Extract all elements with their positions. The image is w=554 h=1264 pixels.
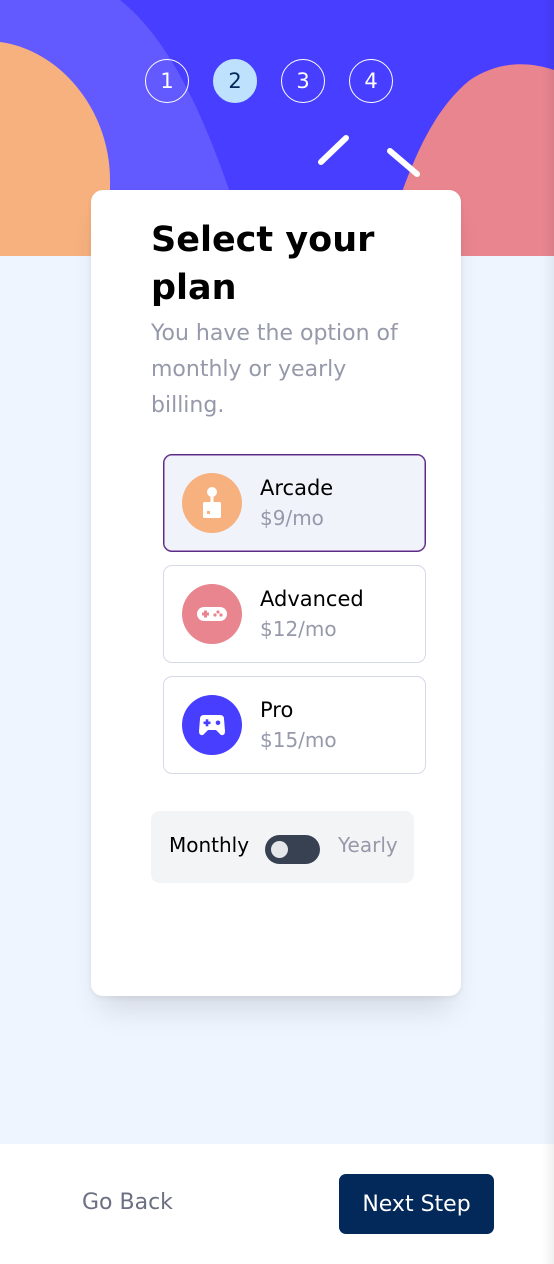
next-step-button[interactable]: Next Step (339, 1174, 494, 1234)
step-1[interactable]: 1 (145, 59, 189, 103)
plan-name: Advanced (260, 587, 364, 611)
plan-name: Pro (260, 698, 294, 722)
go-back-button[interactable]: Go Back (82, 1190, 173, 1215)
arcade-joystick-icon (182, 473, 242, 533)
step-indicator: 1 2 3 4 (145, 59, 393, 103)
plan-option-pro[interactable]: Pro $15/mo (163, 676, 426, 774)
footer-nav: Go Back Next Step (0, 1144, 554, 1264)
controller-icon (182, 695, 242, 755)
page-subtitle: You have the option of monthly or yearly… (151, 321, 398, 418)
plan-option-advanced[interactable]: Advanced $12/mo (163, 565, 426, 663)
billing-toggle-switch[interactable] (265, 835, 320, 864)
plan-price: $15/mo (260, 728, 337, 752)
plan-price: $9/mo (260, 506, 324, 530)
toggle-knob (271, 841, 288, 858)
step-2[interactable]: 2 (213, 59, 257, 103)
plan-option-arcade[interactable]: Arcade $9/mo (163, 454, 426, 552)
step-3[interactable]: 3 (281, 59, 325, 103)
plan-price: $12/mo (260, 617, 337, 641)
plan-name: Arcade (260, 476, 334, 500)
page-title: Select your plan (151, 220, 375, 308)
billing-toggle-row: Monthly Yearly (151, 811, 414, 883)
yearly-label[interactable]: Yearly (338, 833, 398, 857)
plan-card: Select your plan You have the option of … (91, 190, 461, 996)
gamepad-icon (182, 584, 242, 644)
monthly-label[interactable]: Monthly (169, 833, 249, 857)
step-4[interactable]: 4 (349, 59, 393, 103)
scrollbar[interactable] (542, 0, 554, 1264)
